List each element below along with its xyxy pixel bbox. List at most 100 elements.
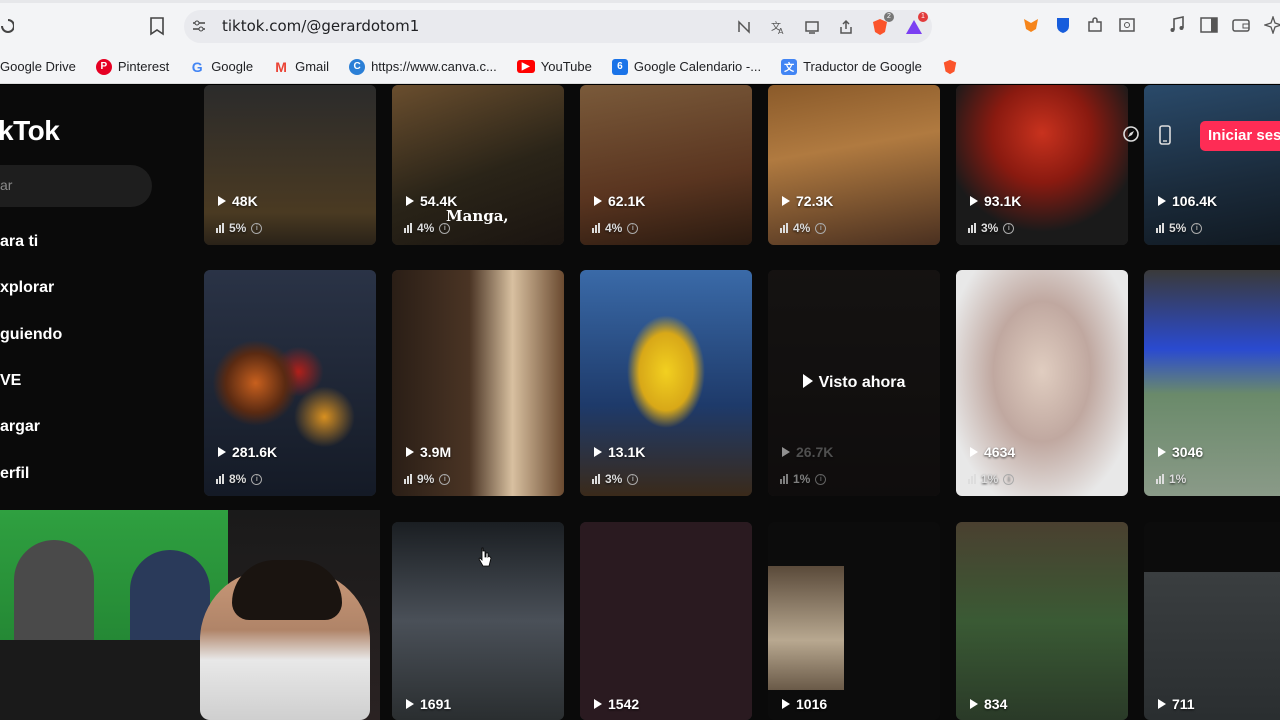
view-count-text: 1016 <box>796 696 828 712</box>
nav-upload[interactable]: argar <box>0 418 40 436</box>
view-count-text: 3.9M <box>420 444 452 460</box>
play-icon <box>782 447 790 457</box>
bookmark-label: https://www.canva.c... <box>371 59 497 74</box>
info-icon[interactable]: i <box>627 473 639 485</box>
view-count: 4634 <box>970 444 1015 460</box>
info-icon[interactable]: i <box>1191 222 1203 234</box>
video-card[interactable]: 3046 1% <box>1144 270 1280 496</box>
brave-rewards-icon[interactable]: 1 <box>902 12 928 39</box>
info-icon[interactable]: i <box>815 473 827 485</box>
info-icon[interactable]: i <box>251 473 263 485</box>
video-card[interactable]: 3.9M 9% i <box>392 270 564 496</box>
no-image-icon[interactable] <box>732 15 756 39</box>
metamask-icon[interactable] <box>1020 14 1042 36</box>
video-card[interactable]: 62.1K 4% i <box>580 85 752 245</box>
play-icon <box>218 196 226 206</box>
engagement-text: 9% <box>417 472 435 486</box>
video-card[interactable]: 54.4K Manga, 4% i <box>392 85 564 245</box>
brave-ai-icon[interactable] <box>1262 14 1280 36</box>
compass-icon[interactable] <box>1120 125 1142 147</box>
view-count-text: 13.1K <box>608 444 646 460</box>
view-count: 834 <box>970 696 1007 712</box>
video-card[interactable]: 72.3K 4% i <box>768 85 940 245</box>
bookmark-label: Google Calendario -... <box>633 59 762 74</box>
tiktok-logo[interactable]: kTok <box>0 115 60 147</box>
engagement-rate: 4% i <box>404 221 451 235</box>
screenshot-icon[interactable] <box>1116 14 1138 36</box>
info-icon[interactable]: i <box>1003 222 1015 234</box>
login-button[interactable]: Iniciar ses <box>1200 121 1280 151</box>
sidebar-toggle-icon[interactable] <box>1198 14 1220 36</box>
bookmark-google[interactable]: G Google <box>189 59 253 75</box>
cast-icon[interactable] <box>800 15 824 39</box>
video-card[interactable]: 834 <box>956 522 1128 720</box>
engagement-text: 3% <box>981 221 999 235</box>
bitwarden-icon[interactable] <box>1052 14 1074 36</box>
video-card[interactable]: 4634 1% i <box>956 270 1128 496</box>
nav-profile[interactable]: erfil <box>0 465 29 483</box>
url-text[interactable]: tiktok.com/@gerardotom1 <box>222 17 419 35</box>
video-card[interactable]: 48K 5% i <box>204 85 376 245</box>
search-input[interactable]: ar <box>0 165 152 207</box>
bookmark-youtube[interactable]: ▶ YouTube <box>516 59 592 74</box>
gmail-icon: M <box>275 58 287 75</box>
extensions-puzzle-icon[interactable] <box>1084 14 1106 36</box>
bookmark-pinterest[interactable]: P Pinterest <box>95 58 169 75</box>
nav-explore[interactable]: xplorar <box>0 279 54 297</box>
video-card[interactable]: 281.6K 8% i <box>204 270 376 496</box>
video-card[interactable]: 1016 <box>768 522 940 720</box>
engagement-text: 1% <box>793 472 811 486</box>
address-bar[interactable]: tiktok.com/@gerardotom1 文A 2 1 <box>184 10 932 43</box>
bookmark-gmail[interactable]: M Gmail <box>273 59 329 75</box>
video-thumbnail <box>392 270 564 496</box>
video-card[interactable]: 711 <box>1144 522 1280 720</box>
info-icon[interactable]: i <box>1003 473 1015 485</box>
bookmark-google-calendar[interactable]: 6 Google Calendario -... <box>611 58 762 75</box>
bookmark-icon[interactable] <box>148 16 166 36</box>
canva-icon: C <box>349 58 366 75</box>
video-card[interactable]: 93.1K 3% i <box>956 85 1128 245</box>
view-count: 48K <box>218 193 258 209</box>
play-icon <box>1158 196 1166 206</box>
play-icon <box>1158 699 1166 709</box>
nav-following[interactable]: guiendo <box>0 326 62 344</box>
video-thumbnail <box>1144 270 1280 496</box>
search-placeholder: ar <box>0 177 13 193</box>
google-icon: G <box>191 58 203 75</box>
bookmark-canva[interactable]: C https://www.canva.c... <box>349 58 497 75</box>
view-count: 281.6K <box>218 444 277 460</box>
brave-shields-icon[interactable]: 2 <box>868 12 894 39</box>
info-icon[interactable]: i <box>439 473 451 485</box>
nav-live[interactable]: VE <box>0 372 21 390</box>
info-icon[interactable]: i <box>251 222 263 234</box>
site-settings-icon[interactable] <box>192 19 206 33</box>
bookmark-label: Google <box>211 59 254 74</box>
video-card[interactable]: 13.1K 3% i <box>580 270 752 496</box>
info-icon[interactable]: i <box>627 222 639 234</box>
bookmark-google-drive[interactable]: Google Drive <box>0 59 76 74</box>
info-icon[interactable]: i <box>439 222 451 234</box>
video-thumbnail <box>956 270 1128 496</box>
translate-icon[interactable]: 文A <box>766 15 790 39</box>
info-icon[interactable]: i <box>815 222 827 234</box>
music-icon[interactable] <box>1166 14 1188 36</box>
engagement-rate: 8% i <box>216 472 263 486</box>
nav-for-you[interactable]: ara ti <box>0 233 38 251</box>
bookmark-label: Google Drive <box>0 59 76 74</box>
person-left <box>14 540 94 650</box>
video-card[interactable]: 1542 <box>580 522 752 720</box>
view-count: 3.9M <box>406 444 451 460</box>
bookmark-google-translate[interactable]: 文 Traductor de Google <box>781 58 922 75</box>
view-count-text: 48K <box>232 193 258 209</box>
engagement-rate: 5% i <box>216 221 263 235</box>
play-icon <box>594 447 602 457</box>
reload-icon[interactable] <box>0 14 15 38</box>
engagement-rate: 3% i <box>592 472 639 486</box>
mobile-app-icon[interactable] <box>1154 125 1176 147</box>
share-icon[interactable] <box>834 15 858 39</box>
view-count: 93.1K <box>970 193 1021 209</box>
video-card[interactable]: 106.4K 5% i <box>1144 85 1280 245</box>
wallet-icon[interactable] <box>1230 14 1252 36</box>
bookmark-brave[interactable] <box>942 59 958 75</box>
rewards-count: 1 <box>918 12 928 22</box>
